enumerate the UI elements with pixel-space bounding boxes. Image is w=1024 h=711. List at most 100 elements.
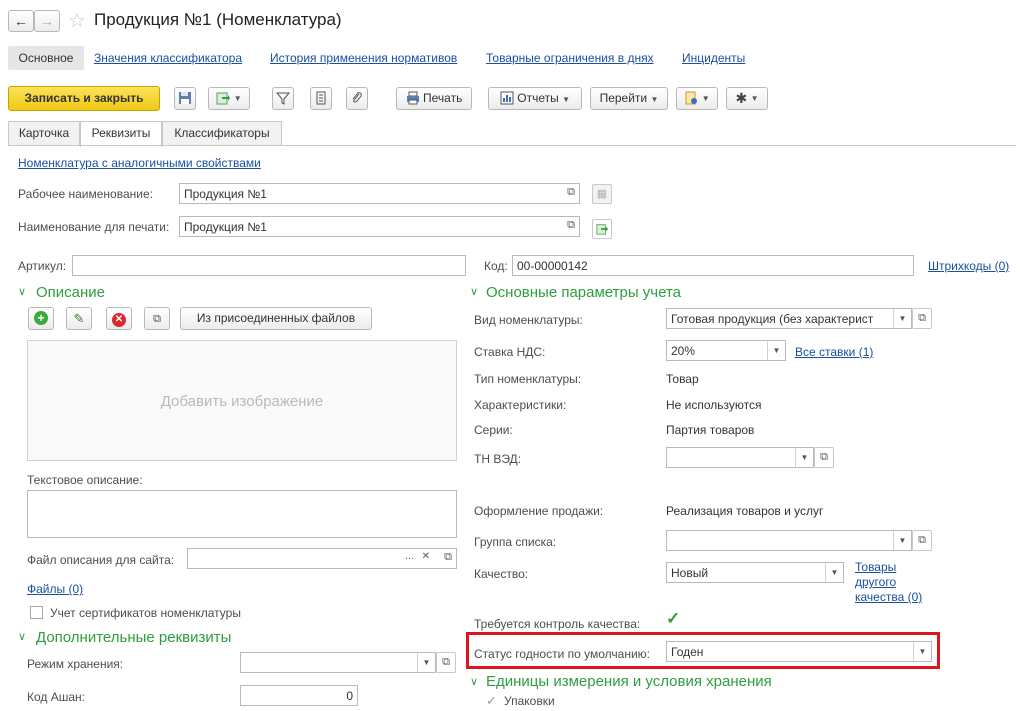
create-based-on-button[interactable]: ▼ (208, 87, 250, 110)
work-name-label: Рабочее наименование: (18, 187, 153, 201)
save-button[interactable] (174, 87, 196, 110)
files-link[interactable]: Файлы (0) (27, 582, 83, 596)
open-icon[interactable]: ⧉ (444, 551, 452, 564)
nav-tab-norm-history[interactable]: История применения нормативов (270, 51, 457, 65)
clear-icon[interactable]: ✕ (422, 551, 430, 562)
tnved-input[interactable]: ▼ (666, 447, 814, 468)
pencil-icon: ✎ (73, 311, 85, 326)
extra-section-title: Дополнительные реквизиты (36, 629, 232, 646)
quality-input[interactable]: Новый ▼ (666, 562, 844, 583)
document-list-icon (316, 91, 326, 105)
description-collapse-icon[interactable]: ∨ (18, 285, 26, 298)
all-rates-link[interactable]: Все ставки (1) (795, 345, 873, 359)
status-input[interactable]: Годен ▼ (666, 641, 932, 662)
vat-input[interactable]: 20% ▼ (666, 340, 786, 361)
code-input[interactable]: 00-00000142 (512, 255, 914, 276)
print-name-label: Наименование для печати: (18, 220, 170, 234)
tab-card[interactable]: Карточка (8, 121, 80, 146)
print-name-input[interactable]: Продукция №1 ⧉ (179, 216, 580, 237)
reports-button[interactable]: Отчеты ▼ (488, 87, 582, 110)
nav-tab-incidents[interactable]: Инциденты (682, 51, 745, 65)
other-quality-link-line3[interactable]: качества (0) (855, 590, 922, 604)
code-label: Код: (484, 259, 508, 273)
tab-requisites[interactable]: Реквизиты (80, 121, 162, 147)
filter-button[interactable] (272, 87, 294, 110)
work-name-input[interactable]: Продукция №1 ⧉ (179, 183, 580, 204)
chevron-down-icon: ▼ (233, 94, 242, 103)
chevron-down-icon: ▼ (650, 95, 659, 104)
more-docs-button[interactable]: ▼ (676, 87, 718, 110)
chevron-down-icon[interactable]: ▼ (913, 642, 931, 661)
add-image-button[interactable]: + (28, 307, 54, 330)
other-quality-link-line1[interactable]: Товары (855, 560, 896, 574)
packages-checkbox[interactable]: ✓ (486, 694, 499, 707)
print-button[interactable]: Печать (396, 87, 472, 110)
attach-button[interactable] (346, 87, 368, 110)
vat-value: 20% (671, 344, 696, 358)
nav-tab-main[interactable]: Основное (8, 46, 84, 70)
site-file-input[interactable]: ... ✕ ⧉ (187, 548, 457, 569)
packages-label: Упаковки (504, 694, 555, 708)
forward-button[interactable]: → (34, 10, 60, 32)
cert-label: Учет сертификатов номенклатуры (50, 606, 241, 620)
storage-mode-input[interactable]: ▼ (240, 652, 436, 673)
quality-value: Новый (671, 566, 709, 580)
storage-open-button[interactable]: ⧉ (436, 652, 456, 673)
units-collapse-icon[interactable]: ∨ (470, 675, 478, 688)
chevron-down-icon[interactable]: ▼ (795, 448, 813, 467)
list-button[interactable] (310, 87, 332, 110)
text-description-input[interactable] (27, 490, 457, 538)
group-label: Группа списка: (474, 535, 557, 549)
extra-collapse-icon[interactable]: ∨ (18, 630, 26, 643)
similar-properties-link[interactable]: Номенклатура с аналогичными свойствами (18, 156, 261, 170)
tab-classifiers[interactable]: Классификаторы (162, 121, 282, 146)
open-image-button[interactable]: ⧉ (144, 307, 170, 330)
chevron-down-icon[interactable]: ▼ (767, 341, 785, 360)
kind-input[interactable]: Готовая продукция (без характерист ▼ (666, 308, 912, 329)
floppy-disk-icon (179, 92, 191, 104)
delete-image-button[interactable]: ✕ (106, 307, 132, 330)
nav-tab-restrictions[interactable]: Товарные ограничения в днях (486, 51, 654, 65)
group-open-button[interactable]: ⧉ (912, 530, 932, 551)
barcodes-link[interactable]: Штрихкоды (0) (928, 259, 1009, 273)
print-label: Печать (423, 91, 463, 105)
article-input[interactable] (72, 255, 466, 276)
goto-button[interactable]: Перейти ▼ (590, 87, 668, 110)
ellipsis-button[interactable]: ... (405, 550, 414, 562)
chevron-down-icon[interactable]: ▼ (417, 653, 435, 672)
settings-button[interactable]: ✱ ▼ (726, 87, 768, 110)
fill-print-name-button[interactable] (592, 219, 612, 239)
image-area[interactable]: Добавить изображение (27, 340, 457, 461)
cert-checkbox[interactable] (30, 606, 43, 619)
from-files-button[interactable]: Из присоединенных файлов (180, 307, 372, 330)
other-quality-link-line2[interactable]: другого (855, 575, 896, 589)
nav-tab-classifier-values[interactable]: Значения классификатора (94, 51, 242, 65)
delete-circle-icon: ✕ (112, 313, 126, 327)
chevron-down-icon[interactable]: ▼ (825, 563, 843, 582)
work-name-value: Продукция №1 (184, 187, 267, 201)
params-collapse-icon[interactable]: ∨ (470, 285, 478, 298)
sale-label: Оформление продажи: (474, 504, 604, 518)
favorite-star-icon[interactable]: ☆ (68, 8, 86, 33)
sale-value: Реализация товаров и услуг (666, 504, 824, 518)
chevron-down-icon[interactable]: ▼ (893, 309, 911, 328)
edit-image-button[interactable]: ✎ (66, 307, 92, 330)
auchan-code-input[interactable]: 0 (240, 685, 358, 706)
copy-name-button[interactable]: ▦ (592, 184, 612, 204)
tnved-label: ТН ВЭД: (474, 452, 522, 466)
funnel-icon (275, 92, 291, 105)
window-title: Продукция №1 (Номенклатура) (94, 10, 342, 29)
quality-control-label: Требуется контроль качества: (474, 617, 641, 631)
chevron-down-icon[interactable]: ▼ (893, 531, 911, 550)
quality-control-checkbox[interactable]: ✓ (666, 610, 682, 627)
save-and-close-button[interactable]: Записать и закрыть (8, 86, 160, 111)
goto-label: Перейти (599, 91, 648, 105)
open-icon[interactable]: ⧉ (567, 186, 575, 199)
group-input[interactable]: ▼ (666, 530, 912, 551)
kind-open-button[interactable]: ⧉ (912, 308, 932, 329)
tnved-open-button[interactable]: ⧉ (814, 447, 834, 468)
checkmark-icon: ✓ (486, 693, 497, 708)
paperclip-icon (352, 92, 362, 103)
open-icon[interactable]: ⧉ (567, 219, 575, 232)
back-button[interactable]: ← (8, 10, 34, 32)
